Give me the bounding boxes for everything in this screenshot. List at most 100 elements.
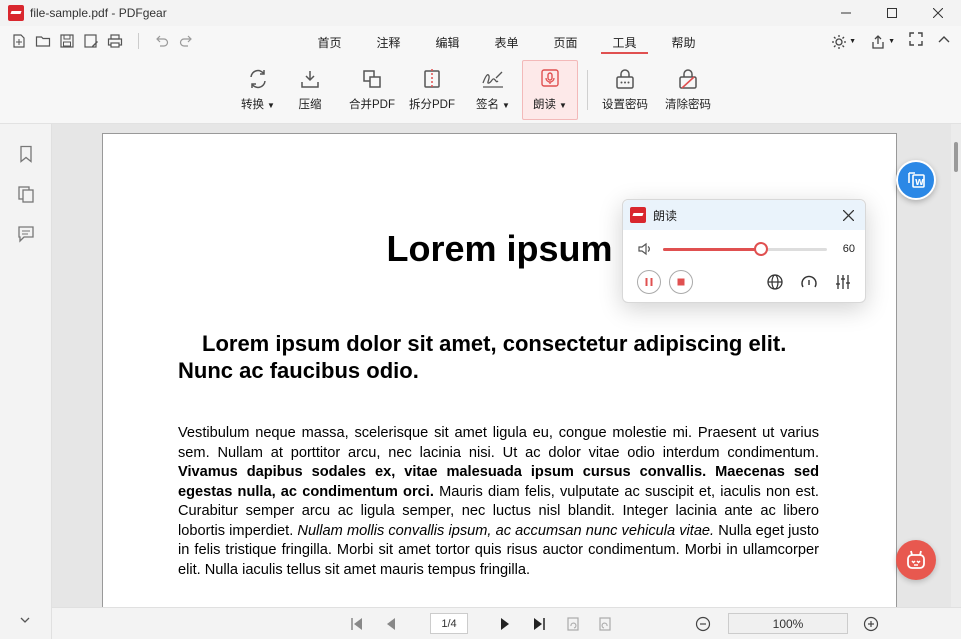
print-button[interactable] [106, 32, 124, 50]
page-number-input[interactable]: 1/4 [430, 613, 468, 634]
pause-icon [645, 278, 653, 286]
pdfgear-logo-icon [630, 207, 646, 223]
volume-slider[interactable] [663, 242, 827, 256]
tab-home[interactable]: 首页 [300, 26, 359, 58]
zoom-out-icon [695, 616, 711, 632]
collapse-ribbon-button[interactable] [937, 32, 951, 51]
bookmark-icon [20, 145, 32, 163]
maximize-icon [887, 8, 897, 18]
close-icon [842, 209, 854, 221]
save-as-button[interactable] [82, 32, 100, 50]
tab-form[interactable]: 表单 [477, 26, 536, 58]
tab-annotate[interactable]: 注释 [359, 26, 418, 58]
remove-password-button[interactable]: 清除密码 [662, 60, 714, 120]
ai-assistant-button[interactable] [896, 540, 936, 580]
undo-button[interactable] [153, 32, 171, 50]
rotate-right-icon [599, 617, 611, 631]
thumbnails-button[interactable] [16, 184, 36, 204]
rotate-left-button[interactable] [564, 615, 582, 633]
share-icon [872, 34, 884, 49]
pages-icon [18, 186, 34, 203]
next-page-button[interactable] [496, 615, 514, 633]
theme-button[interactable]: ▼ [831, 34, 856, 50]
read-aloud-close-button[interactable] [839, 206, 857, 224]
read-aloud-button[interactable]: 朗读 ▼ [522, 60, 578, 120]
new-file-button[interactable] [10, 32, 28, 50]
speed-button[interactable] [799, 272, 819, 292]
next-page-icon [501, 618, 509, 630]
tools-ribbon: 转换 ▼ 压缩 合并PDF 拆分PDF 签名 ▼ 朗读 ▼ 设置密码 清除密码 [0, 58, 961, 124]
compress-label: 压缩 [298, 99, 322, 111]
read-aloud-title: 朗读 [653, 208, 678, 223]
sign-label: 签名 [476, 99, 500, 111]
first-page-button[interactable] [348, 615, 366, 633]
remove-password-label: 清除密码 [665, 99, 711, 111]
caret-down-icon: ▼ [849, 38, 857, 45]
minimize-button[interactable] [823, 0, 869, 26]
read-aloud-label: 朗读 [533, 99, 557, 111]
caret-down-icon: ▼ [267, 101, 275, 110]
sliders-icon [836, 275, 850, 289]
volume-slider-handle[interactable] [754, 242, 769, 256]
paragraph-text: Vestibulum neque massa, scelerisque sit … [178, 425, 819, 461]
merge-label: 合并PDF [349, 99, 395, 111]
zoom-level-input[interactable]: 100% [728, 613, 848, 634]
zoom-out-button[interactable] [694, 615, 712, 633]
open-file-button[interactable] [34, 32, 52, 50]
sidebar-collapse-button[interactable] [16, 611, 34, 629]
split-label: 拆分PDF [409, 99, 455, 111]
split-pdf-button[interactable]: 拆分PDF [406, 60, 458, 120]
first-page-icon [351, 618, 362, 630]
lock-icon [616, 69, 634, 89]
stop-button[interactable] [669, 270, 693, 294]
rotate-left-icon [567, 617, 579, 631]
tab-help[interactable]: 帮助 [654, 26, 713, 58]
title-bar: file-sample.pdf - PDFgear [0, 0, 961, 26]
tab-page[interactable]: 页面 [536, 26, 595, 58]
maximize-button[interactable] [869, 0, 915, 26]
voice-settings-button[interactable] [833, 272, 853, 292]
zoom-in-button[interactable] [862, 615, 880, 633]
bookmarks-button[interactable] [16, 144, 36, 164]
document-subheading: Lorem ipsum dolor sit amet, consectetur … [178, 331, 787, 383]
print-icon [107, 34, 123, 48]
set-password-label: 设置密码 [602, 99, 648, 111]
document-viewer[interactable]: Lorem ipsum Lorem ipsum dolor sit amet, … [52, 124, 961, 607]
redo-button[interactable] [177, 32, 195, 50]
convert-word-icon: W [908, 172, 925, 188]
tab-tools[interactable]: 工具 [595, 26, 654, 58]
sign-button[interactable]: 签名 ▼ [470, 60, 516, 120]
set-password-button[interactable]: 设置密码 [600, 60, 650, 120]
fullscreen-icon [909, 32, 923, 46]
quick-access-toolbar [10, 32, 195, 50]
fullscreen-button[interactable] [909, 32, 923, 51]
save-button[interactable] [58, 32, 76, 50]
volume-slider-fill [663, 248, 762, 251]
previous-page-button[interactable] [382, 615, 400, 633]
last-page-button[interactable] [530, 615, 548, 633]
language-button[interactable] [765, 272, 785, 292]
comments-button[interactable] [16, 224, 36, 244]
scrollbar-thumb[interactable] [954, 142, 958, 172]
open-folder-icon [35, 36, 51, 47]
volume-value: 60 [842, 243, 855, 255]
close-button[interactable] [915, 0, 961, 26]
tab-edit[interactable]: 编辑 [418, 26, 477, 58]
caret-down-icon: ▼ [559, 101, 567, 110]
last-page-icon [534, 618, 545, 630]
pause-button[interactable] [637, 270, 661, 294]
convert-to-word-button[interactable]: W [896, 160, 936, 200]
comment-icon [18, 226, 34, 243]
robot-icon [907, 550, 925, 569]
undo-icon [156, 35, 169, 47]
merge-pdf-button[interactable]: 合并PDF [346, 60, 398, 120]
convert-button[interactable]: 转换 ▼ [236, 60, 280, 120]
compress-button[interactable]: 压缩 [290, 60, 330, 120]
share-button[interactable]: ▼ [870, 34, 895, 50]
rotate-right-button[interactable] [596, 615, 614, 633]
vertical-scrollbar[interactable] [951, 124, 961, 607]
close-icon [933, 8, 943, 18]
unlock-icon [679, 69, 697, 89]
read-aloud-header: 朗读 [623, 200, 865, 230]
merge-icon [363, 70, 381, 88]
